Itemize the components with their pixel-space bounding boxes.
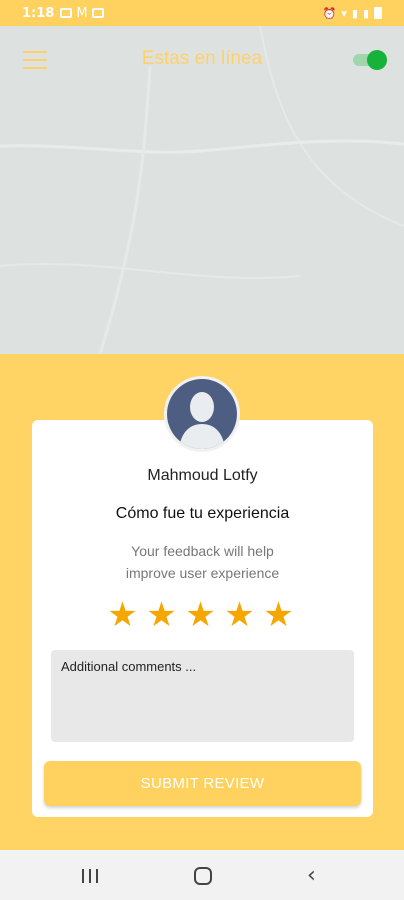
star-icon-4[interactable]: ★ [224,598,255,632]
feedback-hint: Your feedback will help improve user exp… [32,540,373,584]
notification-icons: M [60,5,104,21]
rating-stars: ★ ★ ★ ★ ★ [107,598,294,632]
gallery-notification-icon [60,8,73,18]
system-indicators: ⏰ ▾ ▮ ▮ [323,7,382,20]
user-silhouette-icon [167,379,237,449]
star-icon-5[interactable]: ★ [263,598,294,632]
avatar [164,376,240,452]
star-icon-2[interactable]: ★ [146,598,177,632]
status-bar: 1:18 M ⏰ ▾ ▮ ▮ [0,0,404,26]
status-time: 1:18 [22,5,55,21]
star-icon-1[interactable]: ★ [107,598,138,632]
gmail-notification-icon: M [76,5,88,21]
signal-icon-2: ▮ [362,6,369,20]
comments-input[interactable] [51,650,354,742]
map-view[interactable] [0,26,404,354]
alarm-icon: ⏰ [322,6,337,20]
feedback-hint-line1: Your feedback will help [131,543,274,559]
submit-review-button[interactable]: SUBMIT REVIEW [44,761,361,806]
battery-icon [374,7,382,19]
experience-question: Cómo fue tu experiencia [115,505,290,522]
youtube-notification-icon [91,8,104,18]
signal-icon: ▮ [351,6,358,20]
toggle-knob [367,50,387,70]
wifi-icon: ▾ [341,6,347,20]
driver-name: Mahmoud Lotfy [147,467,258,484]
recent-apps-icon[interactable] [82,869,98,883]
page-title: Estas en línea [141,48,263,69]
star-icon-3[interactable]: ★ [185,598,216,632]
online-toggle[interactable] [353,50,389,70]
home-icon[interactable] [194,867,212,885]
feedback-hint-line2: improve user experience [125,565,280,581]
map-background [0,26,404,354]
back-chevron-icon[interactable]: ‹ [307,865,325,887]
